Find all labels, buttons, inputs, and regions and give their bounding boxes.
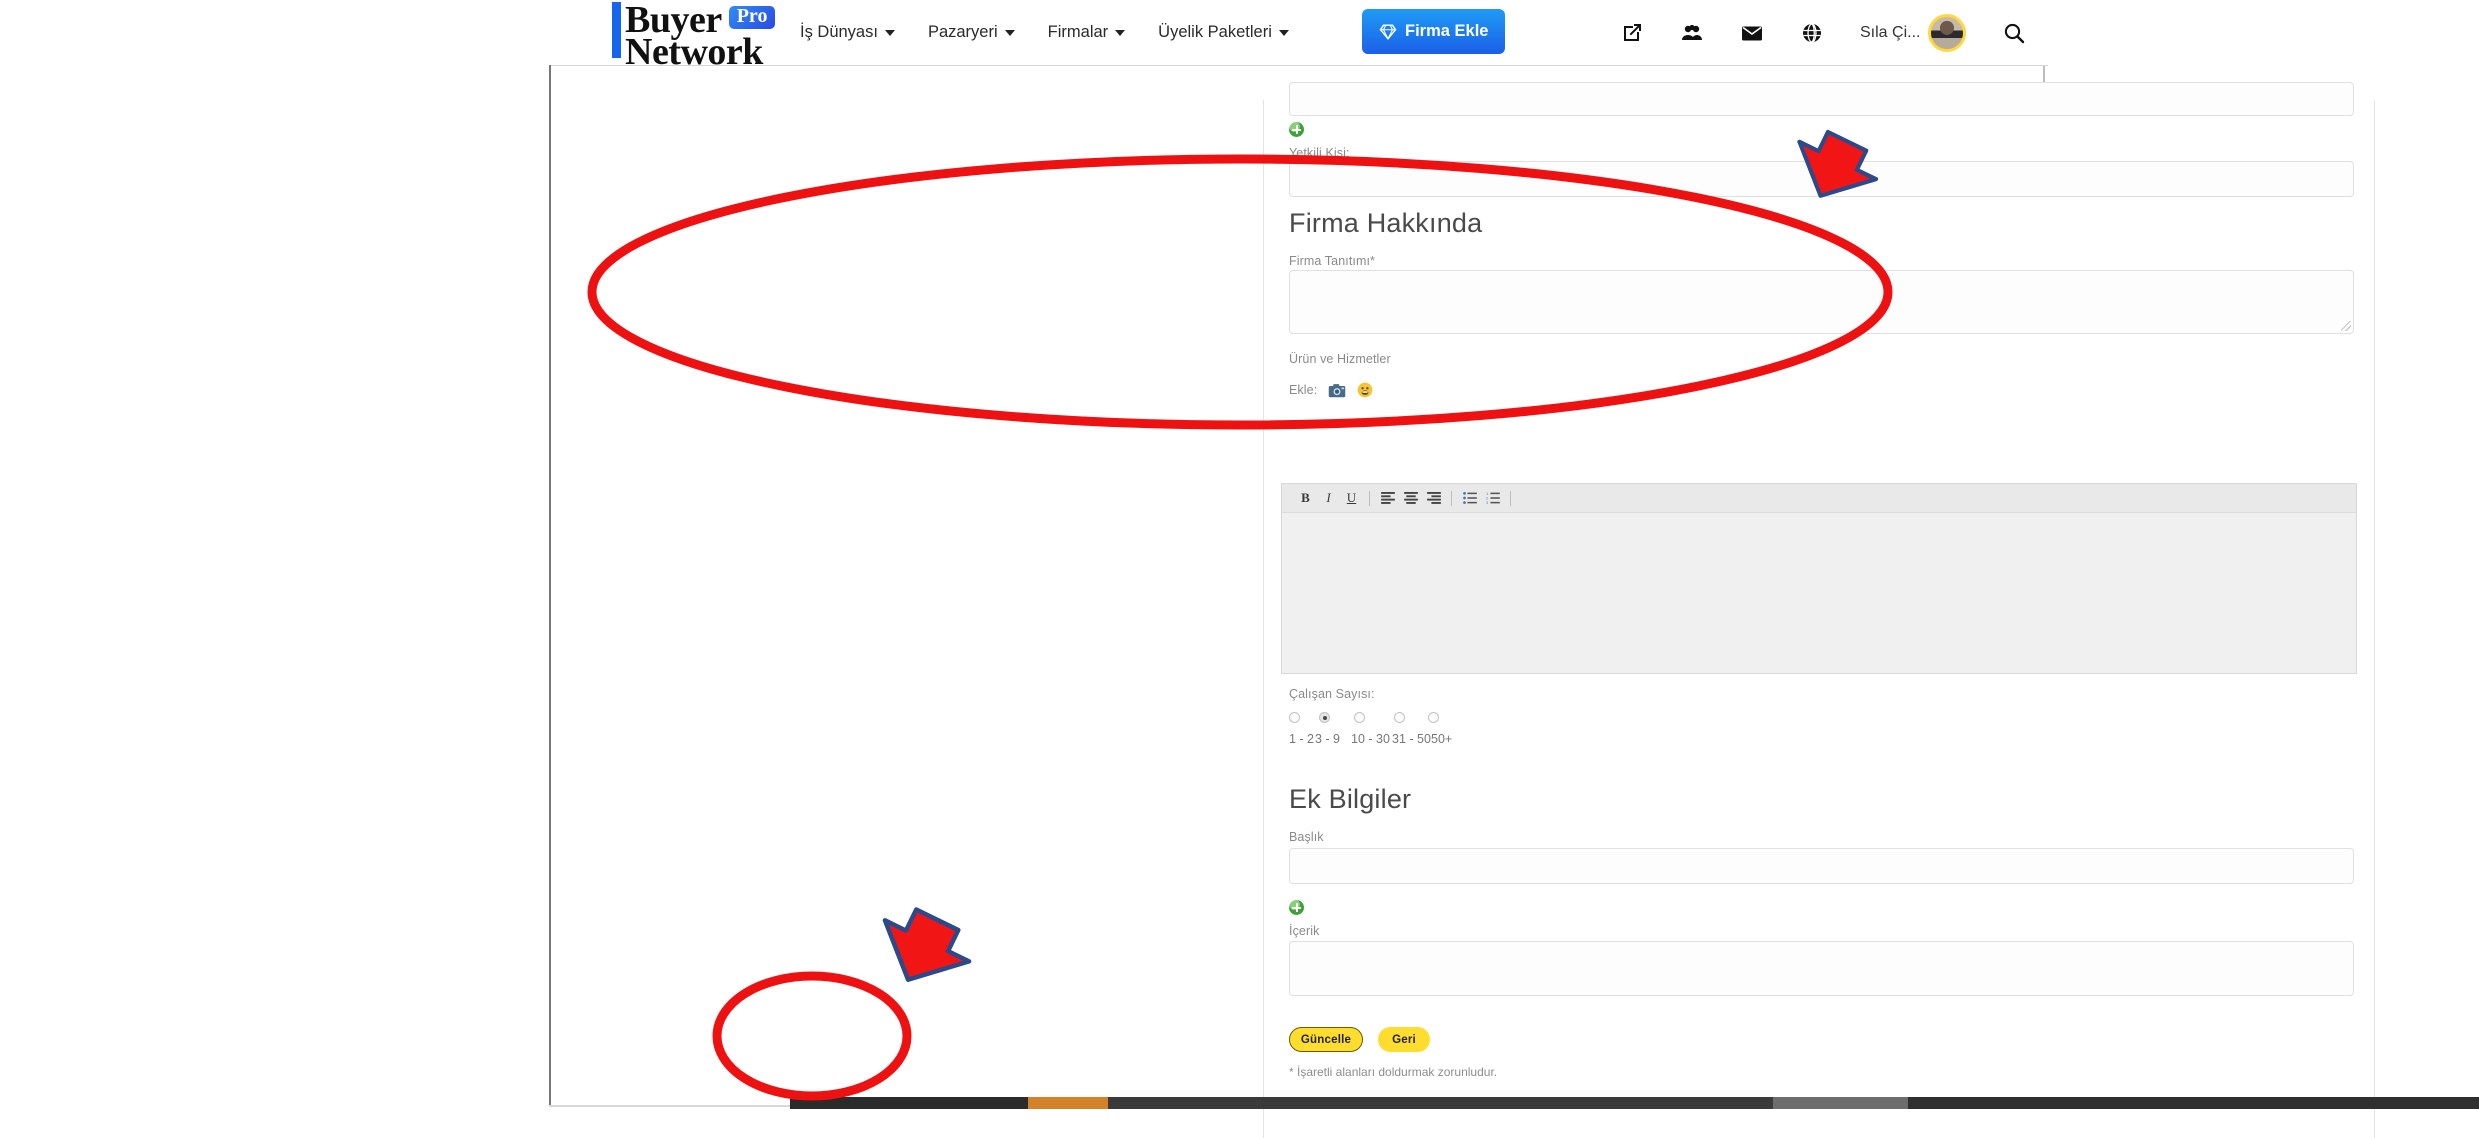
bold-button[interactable]: B: [1294, 487, 1317, 510]
bullet-list-icon: [1462, 492, 1477, 504]
align-right-icon: [1426, 492, 1441, 504]
option-label: 10 - 30: [1351, 732, 1390, 746]
underline-button[interactable]: U: [1340, 487, 1363, 510]
company-intro-textarea[interactable]: [1289, 270, 2354, 334]
numbered-list-icon: 1 2 3: [1486, 492, 1500, 504]
title-field[interactable]: [1289, 848, 2354, 884]
chevron-down-icon: [1115, 29, 1126, 36]
brand-logo[interactable]: Buyer Pro Network: [612, 1, 776, 74]
option-label: 3 - 9: [1315, 732, 1341, 746]
footer-segment: [1108, 1097, 1773, 1109]
update-button[interactable]: Güncelle: [1289, 1027, 1363, 1052]
top-navbar: Buyer Pro Network İş Dünyası Pazaryeri F…: [0, 0, 2479, 72]
resize-handle[interactable]: [2341, 321, 2351, 331]
toolbar-divider: [1451, 490, 1452, 506]
editor-content-area[interactable]: [1282, 513, 2356, 673]
footer-accent-segment: [1028, 1097, 1108, 1109]
nav-label: Pazaryeri: [927, 23, 998, 41]
employee-count-option-labels: 1 - 2 3 - 9 10 - 30 31 - 50 50+: [1289, 732, 2354, 746]
camera-icon[interactable]: [1328, 383, 1346, 398]
align-left-button[interactable]: [1376, 487, 1399, 510]
add-company-button[interactable]: Firma Ekle: [1362, 9, 1506, 54]
align-center-button[interactable]: [1399, 487, 1422, 510]
option-label: 1 - 2: [1289, 732, 1315, 746]
bullet-list-button[interactable]: [1458, 487, 1481, 510]
footer-segment: [1908, 1097, 2479, 1109]
nav-item-pazaryeri[interactable]: Pazaryeri: [928, 23, 1015, 42]
insert-media-row: Ekle:: [1289, 382, 2354, 398]
company-intro-label: Firma Tanıtımı*: [1289, 254, 1376, 268]
nav-label: Üyelik Paketleri: [1158, 23, 1272, 41]
align-right-button[interactable]: [1422, 487, 1445, 510]
add-authorized-person-row[interactable]: [1289, 122, 2354, 142]
radio-50plus[interactable]: [1428, 712, 1439, 723]
toolbar-divider: [1510, 490, 1511, 506]
svg-text:1: 1: [1486, 492, 1488, 496]
products-services-label: Ürün ve Hizmetler: [1289, 352, 1391, 366]
align-center-icon: [1403, 492, 1418, 504]
editor-toolbar: B I U 1 2 3: [1282, 484, 2356, 513]
nav-utility-group: Sıla Çi...: [1620, 0, 2026, 65]
radio-1-2[interactable]: [1289, 712, 1300, 723]
envelope-icon[interactable]: [1740, 21, 1764, 45]
external-link-icon[interactable]: [1620, 21, 1644, 45]
toolbar-divider: [1369, 490, 1370, 506]
numbered-list-button[interactable]: 1 2 3: [1481, 487, 1504, 510]
footer-segment: [1773, 1097, 1908, 1109]
svg-text:3: 3: [1486, 501, 1488, 504]
nav-item-uyelik-paketleri[interactable]: Üyelik Paketleri: [1158, 23, 1289, 42]
add-company-label: Firma Ekle: [1405, 22, 1489, 40]
add-circle-icon[interactable]: [1289, 900, 1304, 915]
insert-label: Ekle:: [1289, 383, 1318, 397]
align-left-icon: [1380, 492, 1395, 504]
chevron-down-icon: [884, 29, 895, 36]
nav-item-is-dunyasi[interactable]: İş Dünyası: [800, 23, 895, 42]
italic-button[interactable]: I: [1317, 487, 1340, 510]
extra-info-heading: Ek Bilgiler: [1289, 784, 1412, 814]
svg-text:2: 2: [1486, 497, 1488, 501]
brand-badge-pro: Pro: [728, 6, 776, 30]
avatar[interactable]: [1928, 13, 1967, 52]
username-label: Sıla Çi...: [1860, 23, 1921, 41]
add-circle-icon[interactable]: [1289, 122, 1304, 137]
title-label: Başlık: [1289, 830, 1324, 844]
content-label: İçerik: [1289, 924, 1320, 938]
radio-31-50[interactable]: [1394, 712, 1405, 723]
users-icon[interactable]: [1680, 21, 1704, 45]
globe-icon[interactable]: [1800, 21, 1824, 45]
add-content-row[interactable]: [1289, 900, 2354, 920]
rich-text-editor[interactable]: B I U 1 2 3: [1281, 483, 2357, 674]
diamond-icon: [1379, 24, 1397, 40]
about-section-heading: Firma Hakkında: [1289, 208, 1483, 238]
authorized-person-field[interactable]: [1289, 161, 2354, 197]
authorized-person-label: Yetkili Kişi:: [1289, 146, 1350, 160]
radio-3-9[interactable]: [1319, 712, 1330, 723]
form-card: Yetkili Kişi: Firma Hakkında Firma Tanıt…: [1263, 82, 2375, 1138]
employee-count-label: Çalışan Sayısı:: [1289, 687, 1375, 701]
employee-count-radios[interactable]: [1289, 710, 2354, 728]
page-container: Yetkili Kişi: Firma Hakkında Firma Tanıt…: [549, 34, 2375, 1138]
chevron-down-icon: [1004, 29, 1015, 36]
radio-10-30[interactable]: [1354, 712, 1365, 723]
primary-nav: İş Dünyası Pazaryeri Firmalar Üyelik Pak…: [800, 0, 1289, 65]
emoji-icon[interactable]: [1357, 382, 1373, 398]
option-label: 31 - 50: [1392, 732, 1431, 746]
required-fields-note: * İşaretli alanları doldurmak zorunludur…: [1289, 1065, 1498, 1079]
chevron-down-icon: [1278, 29, 1289, 36]
form-actions: Güncelle Geri: [1289, 1027, 2354, 1052]
nav-label: İş Dünyası: [800, 23, 878, 41]
content-textarea[interactable]: [1289, 941, 2354, 996]
back-button[interactable]: Geri: [1378, 1027, 1430, 1052]
nav-label: Firmalar: [1047, 23, 1109, 41]
option-label: 50+: [1431, 732, 1453, 746]
brand-word-network: Network: [625, 31, 763, 74]
search-icon[interactable]: [2002, 21, 2026, 45]
previous-field-input-partial[interactable]: [1289, 82, 2354, 116]
brand-accent-bar: [612, 2, 621, 58]
account-group[interactable]: Sıla Çi...: [1860, 13, 1967, 52]
nav-item-firmalar[interactable]: Firmalar: [1048, 23, 1126, 42]
